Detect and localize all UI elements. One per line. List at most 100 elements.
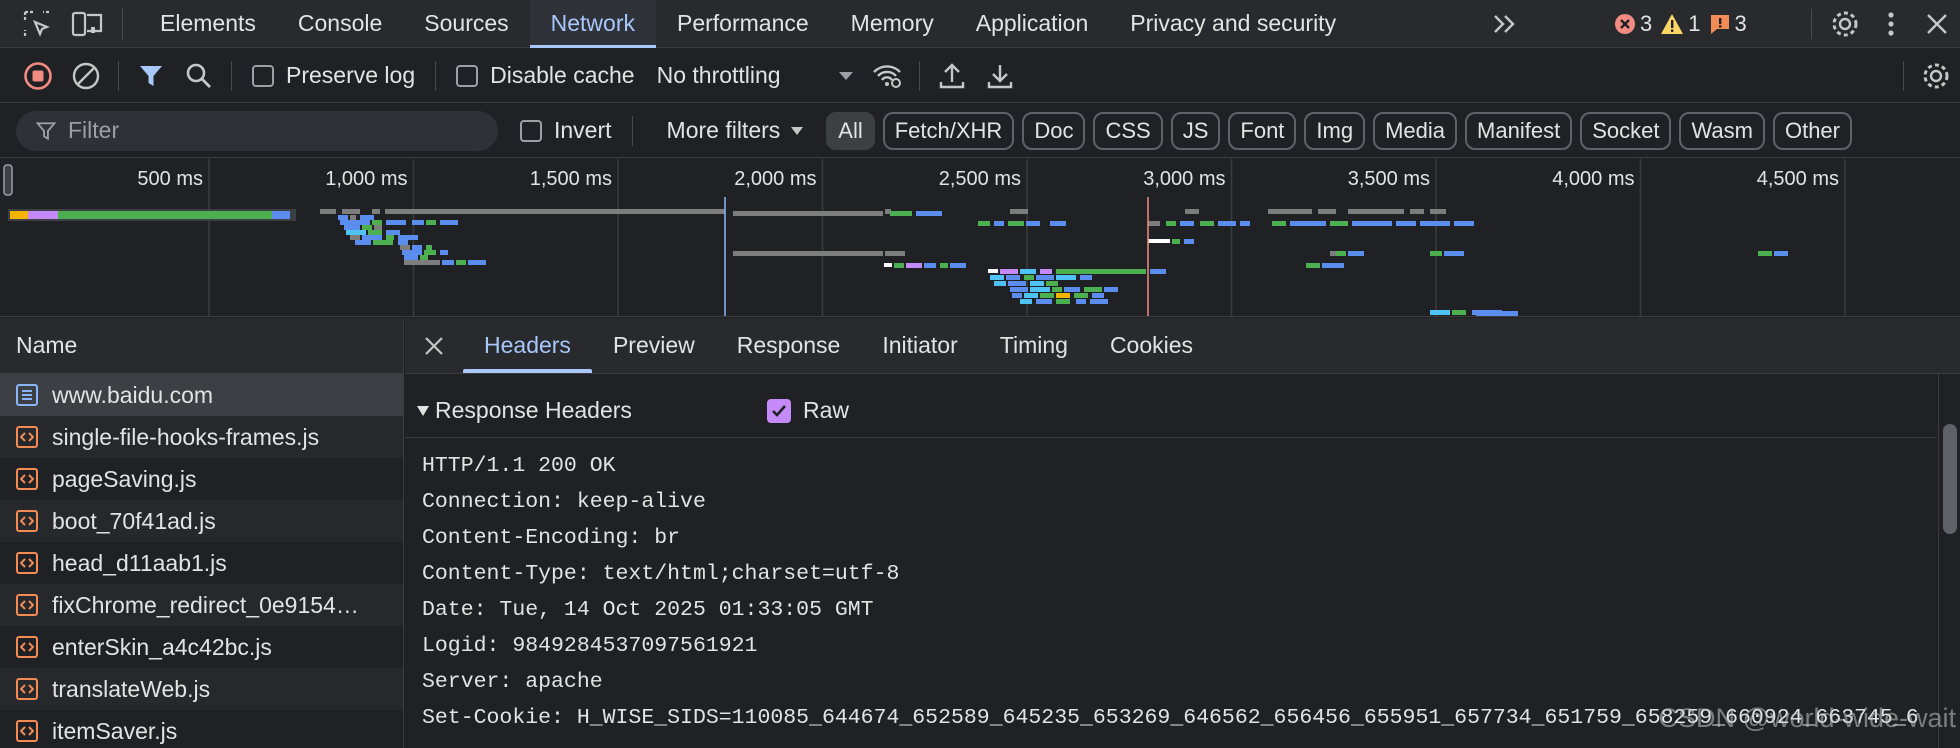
- request-row[interactable]: boot_70f41ad.js: [0, 500, 403, 542]
- export-har-download-icon[interactable]: [976, 49, 1024, 103]
- more-options-kebab-icon[interactable]: [1870, 0, 1912, 48]
- detail-tab-headers[interactable]: Headers: [463, 318, 592, 373]
- network-overview-timeline[interactable]: 500 ms 1,000 ms 1,500 ms 2,000 ms 2,500 ms 3,…: [0, 159, 1960, 317]
- type-filter-doc[interactable]: Doc: [1022, 111, 1086, 150]
- disable-cache-box[interactable]: [456, 64, 479, 87]
- type-filter-socket[interactable]: Socket: [1580, 111, 1672, 150]
- detail-tab-cookies[interactable]: Cookies: [1089, 318, 1214, 373]
- import-har-upload-icon[interactable]: [928, 49, 976, 103]
- network-conditions-wifi-icon[interactable]: [863, 49, 911, 103]
- caret-down-icon: [791, 126, 804, 135]
- overview-request-bar: [342, 209, 360, 214]
- device-toolbar-icon[interactable]: [66, 0, 108, 48]
- tab-elements[interactable]: Elements: [139, 0, 277, 48]
- detail-tab-response[interactable]: Response: [716, 318, 862, 373]
- clear-log-icon[interactable]: [62, 49, 110, 103]
- issue-counter[interactable]: 3: [1709, 11, 1747, 37]
- request-row[interactable]: enterSkin_a4c42bc.js: [0, 626, 403, 668]
- close-detail-icon[interactable]: [405, 318, 463, 373]
- detail-tab-initiator[interactable]: Initiator: [861, 318, 978, 373]
- filter-funnel-icon[interactable]: [127, 49, 175, 103]
- overview-request-bar: [1010, 287, 1028, 292]
- overview-request-bar: [990, 275, 1004, 280]
- type-filter-fetch-xhr[interactable]: Fetch/XHR: [882, 111, 1015, 150]
- overview-request-bar: [733, 251, 883, 256]
- detail-scrollbar[interactable]: [1938, 374, 1960, 748]
- type-filter-font[interactable]: Font: [1228, 111, 1297, 150]
- filter-input[interactable]: Filter: [16, 110, 498, 151]
- request-row[interactable]: fixChrome_redirect_0e9154…: [0, 584, 403, 626]
- issue-counters[interactable]: 3 1 3: [1614, 0, 1747, 48]
- type-filter-media[interactable]: Media: [1373, 111, 1458, 150]
- overview-request-bar: [350, 235, 360, 240]
- error-count: 3: [1640, 11, 1653, 36]
- inspect-element-icon[interactable]: [16, 0, 58, 48]
- settings-gear-icon[interactable]: [1824, 0, 1866, 48]
- overview-request-bar: [1052, 287, 1062, 292]
- response-headers-toggle[interactable]: Response Headers: [417, 397, 632, 424]
- raw-checked-box[interactable]: [767, 398, 791, 423]
- tab-performance[interactable]: Performance: [656, 0, 830, 48]
- type-filter-js[interactable]: JS: [1170, 111, 1221, 150]
- invert-box[interactable]: [520, 119, 542, 142]
- overview-request-bar: [456, 260, 466, 265]
- more-tabs-chevron-icon[interactable]: [1484, 0, 1526, 48]
- overview-request-bar: [1322, 263, 1344, 268]
- preserve-log-label: Preserve log: [286, 62, 416, 88]
- raw-header-line: HTTP/1.1 200 OK: [422, 454, 616, 478]
- tab-sources[interactable]: Sources: [403, 0, 529, 48]
- request-row[interactable]: single-file-hooks-frames.js: [0, 416, 403, 458]
- warning-counter[interactable]: 1: [1660, 11, 1701, 37]
- type-filter-wasm[interactable]: Wasm: [1679, 111, 1765, 150]
- request-name: single-file-hooks-frames.js: [52, 423, 320, 450]
- overview-request-bar: [1148, 239, 1170, 243]
- scrollbar-thumb[interactable]: [1943, 424, 1957, 534]
- request-row[interactable]: translateWeb.js: [0, 668, 403, 710]
- error-counter[interactable]: 3: [1614, 11, 1652, 37]
- type-filter-img[interactable]: Img: [1304, 111, 1366, 150]
- overview-request-bar: [340, 220, 370, 225]
- script-file-icon: [16, 426, 38, 448]
- overview-request-bar: [1104, 287, 1118, 292]
- type-filter-other[interactable]: Other: [1772, 111, 1852, 150]
- overview-request-bar: [1306, 263, 1320, 268]
- throttling-value: No throttling: [656, 62, 781, 88]
- stop-recording-icon[interactable]: [14, 49, 62, 103]
- overview-request-bar: [1166, 221, 1176, 226]
- request-row[interactable]: www.baidu.com: [0, 374, 403, 416]
- tab-privacy-and-security[interactable]: Privacy and security: [1109, 0, 1357, 48]
- disable-cache-checkbox[interactable]: Disable cache: [456, 62, 635, 89]
- overview-request-bar: [385, 209, 725, 214]
- overview-request-bar: [1092, 293, 1104, 298]
- throttling-select[interactable]: No throttling: [657, 62, 867, 89]
- preserve-log-checkbox[interactable]: Preserve log: [252, 62, 415, 89]
- overview-request-bar: [440, 250, 448, 255]
- request-row[interactable]: head_d11aab1.js: [0, 542, 403, 584]
- overview-request-bar: [1200, 221, 1214, 226]
- tab-memory[interactable]: Memory: [830, 0, 955, 48]
- close-devtools-icon[interactable]: [1916, 0, 1958, 48]
- tab-console[interactable]: Console: [277, 0, 403, 48]
- search-icon[interactable]: [175, 49, 223, 103]
- tab-application[interactable]: Application: [955, 0, 1110, 48]
- type-filter-manifest[interactable]: Manifest: [1465, 111, 1573, 150]
- network-settings-gear-icon[interactable]: [1912, 49, 1960, 103]
- overview-request-bar: [1185, 209, 1199, 214]
- preserve-log-box[interactable]: [252, 64, 274, 87]
- request-row[interactable]: pageSaving.js: [0, 458, 403, 500]
- request-row[interactable]: itemSaver.js: [0, 710, 403, 748]
- name-column-header[interactable]: Name: [0, 318, 403, 374]
- tab-network[interactable]: Network: [529, 0, 657, 48]
- more-filters-dropdown[interactable]: More filters: [667, 117, 805, 144]
- type-filter-css[interactable]: CSS: [1093, 111, 1163, 150]
- overview-request-bar: [894, 263, 904, 268]
- overview-tick-label: 4,500 ms: [1757, 168, 1839, 190]
- detail-tab-timing[interactable]: Timing: [979, 318, 1089, 373]
- detail-tab-preview[interactable]: Preview: [592, 318, 716, 373]
- raw-checkbox[interactable]: Raw: [767, 397, 849, 424]
- overview-request-bar: [398, 240, 408, 245]
- invert-checkbox[interactable]: Invert: [520, 117, 612, 144]
- overview-request-bar: [1050, 221, 1066, 226]
- overview-request-bar: [420, 255, 428, 260]
- type-filter-all[interactable]: All: [826, 111, 875, 150]
